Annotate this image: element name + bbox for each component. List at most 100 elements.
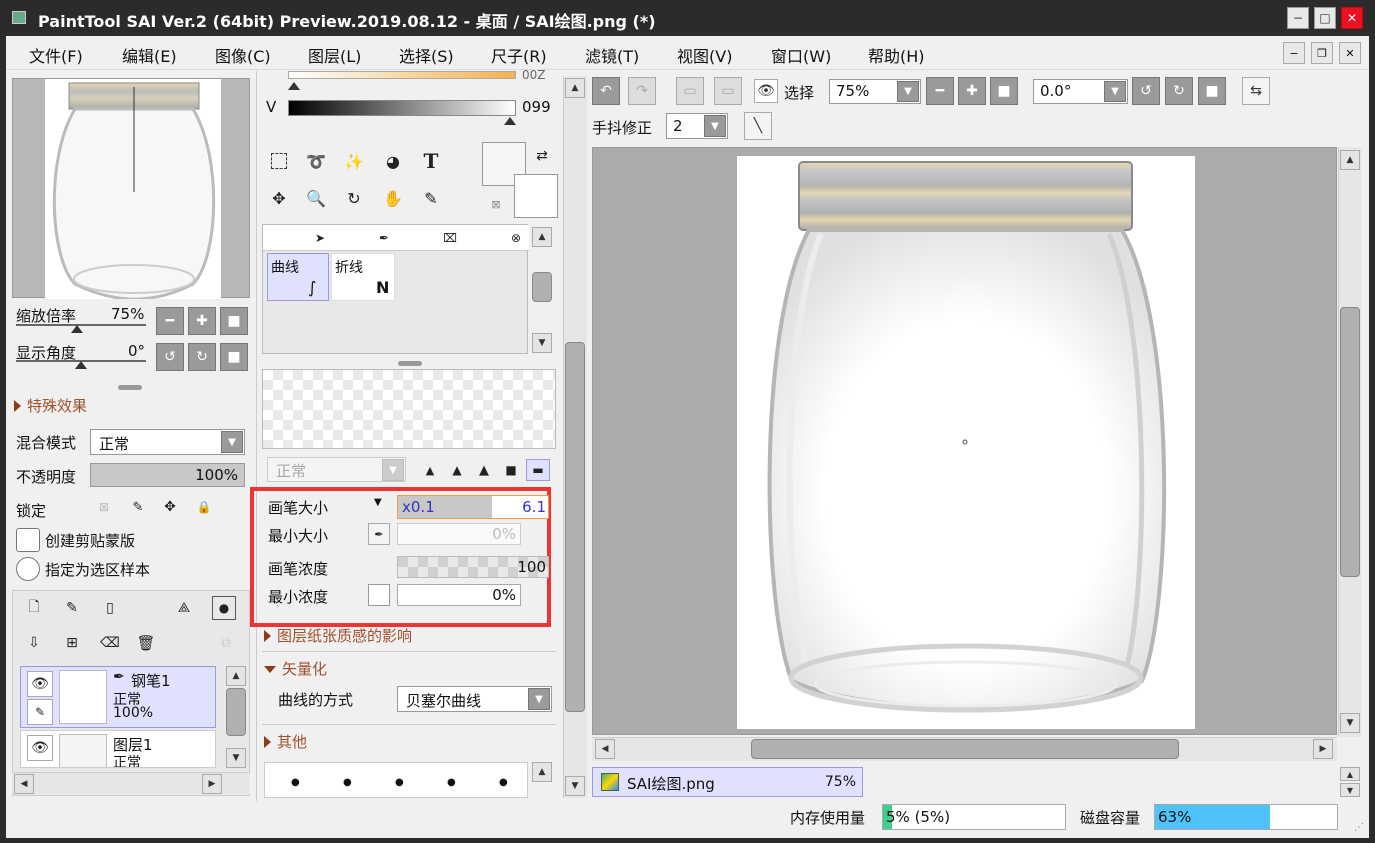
curve-mode-dropdown[interactable]: 贝塞尔曲线 ▼	[397, 686, 552, 712]
shape-icon[interactable]: ◕	[377, 145, 409, 177]
other-header[interactable]: 其他	[264, 731, 307, 752]
canvas-vscroll[interactable]: ▲ ▼	[1338, 147, 1362, 737]
canvas-angle-dropdown[interactable]: 0.0° ▼	[1033, 79, 1128, 104]
rotate-reset-button[interactable]: ■	[220, 343, 248, 371]
zoom-slider-handle[interactable]	[71, 325, 83, 333]
new-layer-icon[interactable]: 🗋	[20, 594, 48, 622]
maximize-button[interactable]: □	[1314, 7, 1336, 29]
redo-button[interactable]: ↷	[628, 77, 656, 105]
lock-paint-icon[interactable]: ✎	[124, 493, 152, 521]
layer-scroll-thumb[interactable]	[226, 688, 246, 736]
tip-shape-2-icon[interactable]: ▲	[445, 459, 469, 481]
opacity-slider[interactable]: 100%	[90, 463, 245, 487]
selection-visible-toggle[interactable]: 👁	[754, 79, 778, 103]
vector-header[interactable]: 矢量化	[264, 658, 327, 679]
canvas-zoom-in-button[interactable]: ✚	[958, 77, 986, 105]
value-slider[interactable]	[288, 100, 516, 116]
mdi-close-button[interactable]: ✕	[1339, 42, 1361, 64]
layer-row[interactable]: 👁 图层1 正常	[20, 730, 216, 768]
lasso-icon[interactable]: ➰	[300, 145, 332, 177]
rect-select-icon[interactable]	[263, 145, 295, 177]
layer-hscroll[interactable]: ◀ ▶	[12, 772, 250, 794]
brush-scroll-down[interactable]: ▼	[532, 333, 552, 353]
layer-effect-icon[interactable]: ⟁	[170, 594, 198, 622]
navigator-preview[interactable]	[12, 78, 250, 301]
canvas-rotate-left-button[interactable]: ↺	[1132, 77, 1160, 105]
canvas-rotate-right-button[interactable]: ↻	[1165, 77, 1193, 105]
merge-down-icon[interactable]: ⇩	[20, 629, 48, 657]
menu-image[interactable]: 图像(C)	[215, 43, 271, 67]
reset-colors-icon[interactable]: ⊠	[486, 194, 506, 214]
canvas-hscroll[interactable]: ◀ ▶	[592, 737, 1337, 761]
menu-window[interactable]: 窗口(W)	[771, 43, 831, 67]
scroll-up-button[interactable]: ▲	[565, 78, 585, 98]
dots-scroll-up[interactable]: ▲	[532, 762, 552, 782]
eyedropper-icon[interactable]: ✎	[415, 182, 447, 214]
stabilizer-dropdown[interactable]: 2 ▼	[666, 113, 728, 139]
eraser-icon[interactable]: ⌧	[437, 225, 463, 251]
min-density-slider[interactable]: 0%	[397, 584, 521, 606]
scroll-left-button[interactable]: ◀	[595, 739, 615, 759]
eye-icon[interactable]: 👁	[27, 671, 53, 697]
undo-button[interactable]: ↶	[592, 77, 620, 105]
dot-icon[interactable]: ●	[395, 777, 404, 788]
vector-eraser-icon[interactable]: ⊗	[503, 225, 529, 251]
density-slider[interactable]: 100	[397, 556, 549, 578]
tip-shape-4-icon[interactable]: ■	[499, 459, 523, 481]
min-size-slider[interactable]: 0%	[397, 523, 521, 545]
dot-icon[interactable]: ●	[343, 777, 352, 788]
scroll-up-button[interactable]: ▲	[1340, 150, 1360, 170]
lock-move-icon[interactable]: ✥	[156, 493, 184, 521]
lock-all-icon[interactable]: 🔒	[190, 493, 218, 521]
layer-mask-icon[interactable]: ●	[212, 596, 236, 620]
zoom-in-button[interactable]: ✚	[188, 307, 216, 335]
scroll-down-button[interactable]: ▼	[565, 776, 585, 796]
zoom-out-button[interactable]: ━	[156, 307, 184, 335]
tip-shape-1-icon[interactable]: ▲	[418, 459, 442, 481]
clip-mask-checkbox[interactable]	[16, 528, 40, 552]
straight-line-button[interactable]: ╲	[744, 112, 772, 140]
duplicate-layer-icon[interactable]: ⧉	[212, 629, 240, 657]
tabs-scroll-down[interactable]: ▼	[1340, 783, 1360, 797]
select-pointer-icon[interactable]: ➤	[307, 225, 333, 251]
layer-row[interactable]: 👁 ✎ ✒ 钢笔1 正常 100%	[20, 666, 216, 728]
canvas-page[interactable]	[737, 156, 1195, 729]
new-pen-layer-icon[interactable]: ✎	[58, 594, 86, 622]
mdi-minimize-button[interactable]: −	[1283, 42, 1305, 64]
min-density-checkbox[interactable]	[368, 584, 390, 606]
brush-scroll-thumb[interactable]	[532, 272, 552, 302]
menu-view[interactable]: 视图(V)	[677, 43, 732, 67]
canvas-hscroll-thumb[interactable]	[751, 739, 1179, 759]
clear-layer-icon[interactable]: ⌫	[96, 629, 124, 657]
value-handle[interactable]	[504, 117, 516, 125]
text-tool-icon[interactable]: T	[415, 145, 447, 177]
dot-icon[interactable]: ●	[291, 777, 300, 788]
secondary-color-swatch[interactable]	[514, 174, 558, 218]
document-tab[interactable]: SAI绘图.png 75%	[592, 767, 863, 797]
menu-edit[interactable]: 编辑(E)	[122, 43, 177, 67]
tabs-scroll-up[interactable]: ▲	[1340, 767, 1360, 781]
magic-wand-icon[interactable]: ✨	[338, 145, 370, 177]
menu-select[interactable]: 选择(S)	[399, 43, 454, 67]
layer-scroll-down[interactable]: ▼	[226, 748, 246, 768]
canvas-zoom-reset-button[interactable]: ■	[990, 77, 1018, 105]
scroll-right-button[interactable]: ▶	[202, 774, 222, 794]
pen-icon[interactable]: ✎	[27, 699, 53, 725]
mdi-restore-button[interactable]: ❐	[1311, 42, 1333, 64]
canvas-zoom-dropdown[interactable]: 75% ▼	[829, 79, 921, 104]
angle-slider-handle[interactable]	[75, 361, 87, 369]
blend-mode-dropdown[interactable]: 正常 ▼	[90, 429, 245, 455]
dot-icon[interactable]: ●	[447, 777, 456, 788]
merge-layer-icon[interactable]: ⊞	[58, 629, 86, 657]
canvas-zoom-out-button[interactable]: ━	[926, 77, 954, 105]
brush-slot-polyline[interactable]: 折线 N	[331, 253, 395, 301]
selection-source-radio[interactable]	[16, 557, 40, 581]
scroll-left-button[interactable]: ◀	[14, 774, 34, 794]
effects-header[interactable]: 特殊效果	[14, 395, 87, 416]
trash-icon[interactable]: 🗑	[132, 629, 160, 657]
scroll-down-button[interactable]: ▼	[1340, 713, 1360, 733]
hand-icon[interactable]: ✋	[377, 182, 409, 214]
tool-panel-scrollbar[interactable]: ▲ ▼	[563, 76, 587, 798]
texture-header[interactable]: 图层纸张质感的影响	[264, 625, 412, 646]
dot-icon[interactable]: ●	[499, 777, 508, 788]
